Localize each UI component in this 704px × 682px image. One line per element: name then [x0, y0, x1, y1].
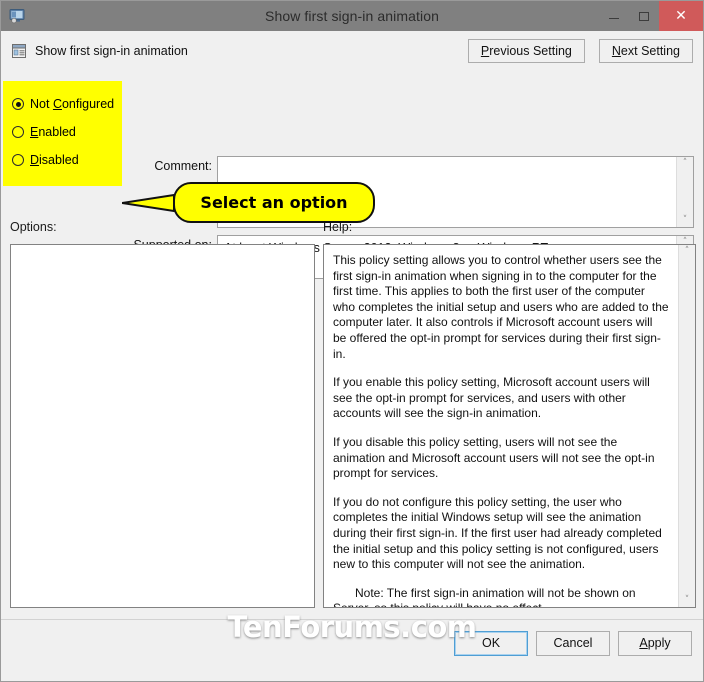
help-paragraph: If you enable this policy setting, Micro…: [333, 375, 650, 421]
comment-label: Comment:: [154, 159, 212, 173]
setting-title: Show first sign-in animation: [35, 44, 188, 58]
policy-setting-window: Show first sign-in animation ✕ Show firs…: [0, 0, 704, 682]
help-text: This policy setting allows you to contro…: [324, 245, 678, 607]
scroll-down-icon[interactable]: ˅: [685, 596, 690, 605]
radio-not-configured[interactable]: Not Configured: [12, 90, 122, 118]
minimize-button[interactable]: [599, 1, 629, 31]
title-bar: Show first sign-in animation ✕: [1, 1, 703, 31]
maximize-button[interactable]: [629, 1, 659, 31]
scroll-up-icon[interactable]: ˄: [685, 247, 690, 256]
help-pane: This policy setting allows you to contro…: [323, 244, 696, 608]
ok-button[interactable]: OK: [454, 631, 528, 656]
help-paragraph-note: Note: The first sign-in animation will n…: [333, 585, 636, 607]
help-paragraph: If you disable this policy setting, user…: [333, 434, 655, 481]
dialog-buttons: OK Cancel Apply: [454, 631, 692, 656]
radio-not-configured-label: Not Configured: [30, 97, 115, 111]
minimize-icon: [609, 17, 619, 19]
dialog-footer: OK Cancel Apply: [1, 619, 703, 672]
previous-setting-button[interactable]: Previous Setting: [467, 39, 585, 63]
radio-disabled-label: Disabled: [30, 153, 79, 167]
radio-enabled[interactable]: Enabled: [12, 118, 122, 146]
help-paragraph: This policy setting allows you to contro…: [333, 253, 669, 361]
maximize-icon: [639, 11, 649, 21]
callout-pointer-icon: [122, 194, 175, 212]
next-setting-button[interactable]: Next Setting: [598, 39, 693, 63]
setting-form-area: Not Configured Enabled Disabled Comment:…: [1, 71, 703, 279]
radio-not-configured-indicator: [12, 98, 24, 110]
policy-setting-icon: [11, 43, 27, 59]
callout-text: Select an option: [200, 193, 348, 212]
pane-container: This policy setting allows you to contro…: [10, 244, 696, 608]
scroll-up-icon[interactable]: ˄: [683, 159, 688, 168]
state-radio-group: Not Configured Enabled Disabled: [3, 81, 122, 186]
radio-enabled-label: Enabled: [30, 125, 76, 139]
radio-disabled-indicator: [12, 154, 24, 166]
apply-button[interactable]: Apply: [618, 631, 692, 656]
close-icon: ✕: [675, 8, 687, 24]
setting-nav-buttons: Previous Setting Next Setting: [467, 39, 693, 63]
options-pane[interactable]: [10, 244, 315, 608]
window-controls: ✕: [599, 1, 703, 31]
help-scrollbar[interactable]: ˄ ˅: [678, 245, 695, 607]
window-title: Show first sign-in animation: [265, 8, 439, 24]
close-button[interactable]: ✕: [659, 1, 703, 31]
policy-monitor-icon: [8, 7, 26, 25]
radio-enabled-indicator: [12, 126, 24, 138]
help-paragraph: If you do not configure this policy sett…: [333, 494, 662, 572]
options-label: Options:: [10, 220, 57, 234]
cancel-button[interactable]: Cancel: [536, 631, 610, 656]
options-content: [11, 245, 314, 607]
callout-bubble: Select an option: [173, 182, 375, 223]
setting-header: Show first sign-in animation Previous Se…: [1, 31, 703, 71]
radio-disabled[interactable]: Disabled: [12, 146, 122, 174]
